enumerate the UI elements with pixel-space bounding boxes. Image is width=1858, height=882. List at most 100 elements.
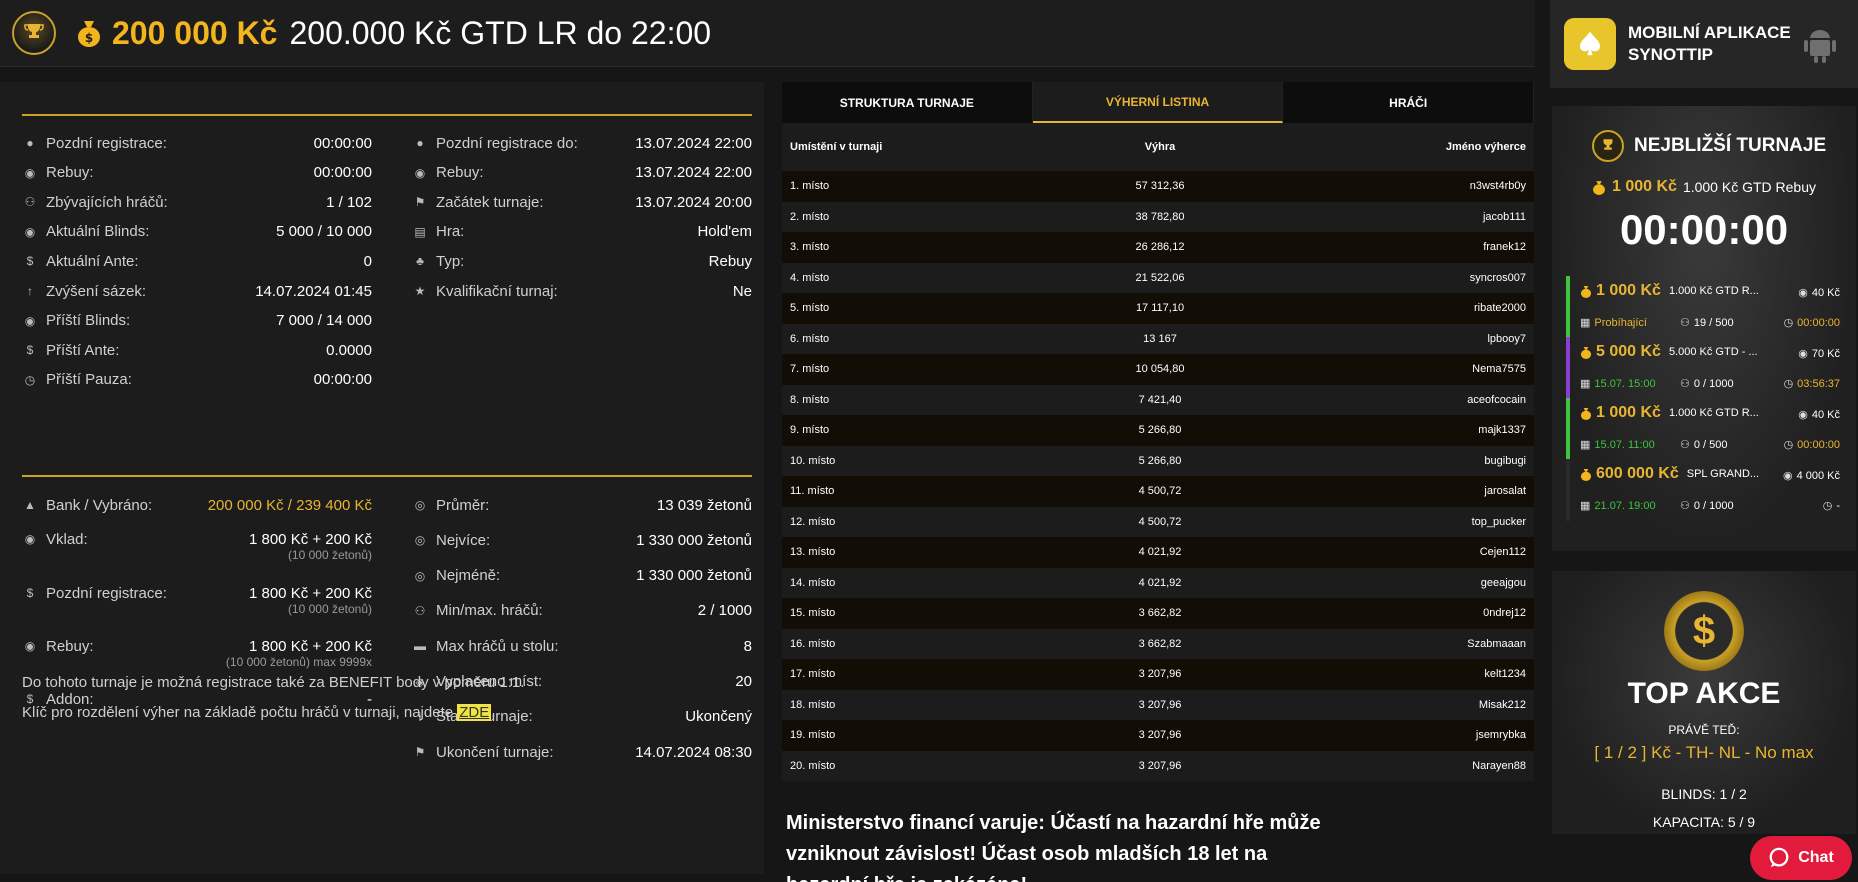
medal-icon: ★ (414, 284, 426, 298)
info-row: ◉ Příští Blinds: 7 000 / 14 000 (22, 310, 372, 332)
place-cell: 16. místo (790, 637, 836, 650)
winner-cell: top_pucker (1471, 515, 1526, 528)
tournament-amount: 5 000 Kč (1596, 343, 1661, 360)
place-cell: 3. místo (790, 241, 830, 254)
winner-cell: Szabmaaan (1467, 637, 1526, 650)
person-icon: ● (26, 136, 34, 150)
info-value: 14.07.2024 08:30 (635, 743, 752, 761)
money-bag-icon (1580, 407, 1592, 420)
players-value: 19 / 500 (1693, 316, 1734, 329)
info-label: Rebuy: (436, 164, 484, 182)
players-icon: ⚇ (24, 195, 36, 210)
winner-cell: aceofcocain (1467, 393, 1526, 406)
tournament-timer: ◷ - (1823, 499, 1840, 513)
tournament-card[interactable]: 600 000 Kč SPL GRAND... ◉ 4 000 Kč ▦ 21.07. 1… (1566, 459, 1844, 521)
info-label: Průměr: (436, 496, 490, 514)
info-row: ★ Kvalifikační turnaj: Ne (412, 280, 752, 302)
players-value: 0 / 500 (1693, 438, 1728, 451)
table-row: 1. místo 57 312,36 n3wst4rb0y (782, 171, 1534, 202)
spade-app-icon (1564, 18, 1616, 70)
players-icon: ⚇ (1680, 439, 1690, 451)
winner-cell: jacob111 (1482, 210, 1526, 223)
top-action-widget[interactable]: $ TOP AKCE PRÁVĚ TEĎ: [ 1 / 2 ] Kč - TH-… (1552, 571, 1856, 834)
info-row: ◷ Příští Pauza: 00:00:00 (22, 369, 372, 391)
tournament-card[interactable]: 1 000 Kč 1.000 Kč GTD R... ◉ 40 Kč ▦ Probíhaj… (1566, 276, 1844, 338)
info-label: Pozdní registrace: (46, 584, 167, 602)
info-row: ◎ Průměr: 13 039 žetonů (412, 494, 752, 516)
prize-cell: 13 167 (1143, 332, 1177, 345)
table-row: 9. místo 5 266,80 majk1337 (782, 415, 1534, 446)
tournament-status: ▦ 15.07. 11:00 (1580, 438, 1655, 452)
prize-cell: 57 312,36 (1135, 180, 1185, 193)
tournament-amount: 600 000 Kč (1596, 465, 1679, 482)
prize-cell: 3 662,82 (1138, 607, 1182, 620)
info-value: 0.0000 (326, 341, 372, 359)
tournament-status: ▦ Probíhající (1580, 316, 1647, 330)
tournament-name: SPL GRAND... (1686, 468, 1760, 480)
table-row: 11. místo 4 500,72 jarosalat (782, 476, 1534, 507)
chat-label: Chat (1798, 849, 1834, 866)
info-row: ⚑ Ukončení turnaje: 14.07.2024 08:30 (412, 741, 752, 763)
info-row: ◉ Aktuální Blinds: 5 000 / 10 000 (22, 221, 372, 243)
featured-amount: 1 000 Kč (1612, 178, 1677, 195)
info-value: 14.07.2024 01:45 (255, 282, 372, 300)
chat-button[interactable]: Chat (1750, 836, 1852, 880)
trophy-icon (12, 11, 56, 55)
chips-icon: ◉ (414, 165, 426, 180)
winner-cell: lpbooy7 (1487, 332, 1526, 345)
info-label: Bank / Vybráno: (46, 496, 153, 514)
info-row: ♣ Typ: Rebuy (412, 250, 752, 272)
info-value: 7 000 / 14 000 (276, 312, 372, 330)
clock-icon: ◷ (24, 372, 36, 387)
winner-cell: kelt1234 (1484, 668, 1526, 681)
prize-cell: 3 207,96 (1138, 729, 1182, 742)
tournament-name: 1.000 Kč GTD R... (1668, 285, 1759, 297)
prize-icon: ◉ (1798, 287, 1808, 299)
dollar-icon: $ (26, 254, 34, 269)
top-action-title: TOP AKCE (1627, 677, 1781, 710)
info-label: Aktuální Blinds: (46, 223, 150, 241)
table-row: 12. místo 4 500,72 top_pucker (782, 506, 1534, 537)
winner-cell: 0ndrej12 (1483, 607, 1526, 620)
benefit-note: Do tohoto turnaje je možná registrace ta… (22, 674, 525, 691)
tournament-card[interactable]: 5 000 Kč 5.000 Kč GTD - ... ◉ 70 Kč ▦ 15.07. … (1566, 337, 1844, 399)
tournament-status: ▦ 21.07. 19:00 (1580, 499, 1656, 513)
table-row: 19. místo 3 207,96 jsemrybka (782, 720, 1534, 751)
header-prize-amount: 200 000 Kč (112, 14, 278, 51)
featured-tournament[interactable]: 1 000 Kč 1.000 Kč GTD Rebuy (1592, 178, 1816, 196)
info-value: 8 (743, 637, 752, 655)
info-label: Pozdní registrace: (46, 134, 167, 152)
mobile-app-promo[interactable]: MOBILNÍ APLIKACE SYNOTTIP (1550, 0, 1858, 88)
place-cell: 10. místo (790, 454, 836, 467)
tab-payouts[interactable]: VÝHERNÍ LISTINA (1032, 82, 1284, 123)
table-row: 4. místo 21 522,06 syncros007 (782, 262, 1534, 293)
info-value: 00:00:00 (313, 164, 372, 182)
info-value: 200 000 Kč / 239 400 Kč (207, 496, 372, 514)
info-label: Nejvíce: (436, 531, 491, 549)
money-bag-icon (1580, 285, 1592, 298)
tournament-title-line: 600 000 Kč SPL GRAND... (1580, 465, 1759, 483)
prize-cell: 4 500,72 (1138, 515, 1182, 528)
trophy-icon (1592, 130, 1624, 162)
tournament-card[interactable]: 1 000 Kč 1.000 Kč GTD R... ◉ 40 Kč ▦ 15.07. 1… (1566, 398, 1844, 460)
place-cell: 7. místo (790, 363, 830, 376)
payout-key-link[interactable]: ZDE (457, 704, 492, 721)
prize-cell: 5 266,80 (1138, 424, 1182, 437)
info-subvalue: (10 000 žetonů) max 9999x (225, 655, 372, 669)
info-value: 1 330 000 žetonů (636, 567, 752, 585)
prize-value: 4 000 Kč (1796, 469, 1840, 482)
info-value: 1 800 Kč + 200 Kč (248, 637, 372, 655)
featured-name: 1.000 Kč GTD Rebuy (1682, 179, 1816, 195)
prize-value: 70 Kč (1811, 347, 1840, 360)
place-cell: 4. místo (790, 271, 830, 284)
players-value: 0 / 1000 (1693, 499, 1734, 512)
flag-icon: ⚑ (414, 195, 426, 210)
info-value: 1 330 000 žetonů (636, 531, 752, 549)
tab-players[interactable]: HRÁČI (1283, 82, 1535, 123)
info-value: 20 (735, 673, 752, 690)
winner-cell: jsemrybka (1475, 729, 1526, 742)
info-row: ◎ Nejvíce: 1 330 000 žetonů (412, 529, 752, 551)
tab-structure[interactable]: STRUKTURA TURNAJE (782, 82, 1033, 123)
android-icon[interactable] (1802, 24, 1838, 64)
tournament-name: 5.000 Kč GTD - ... (1668, 346, 1758, 358)
